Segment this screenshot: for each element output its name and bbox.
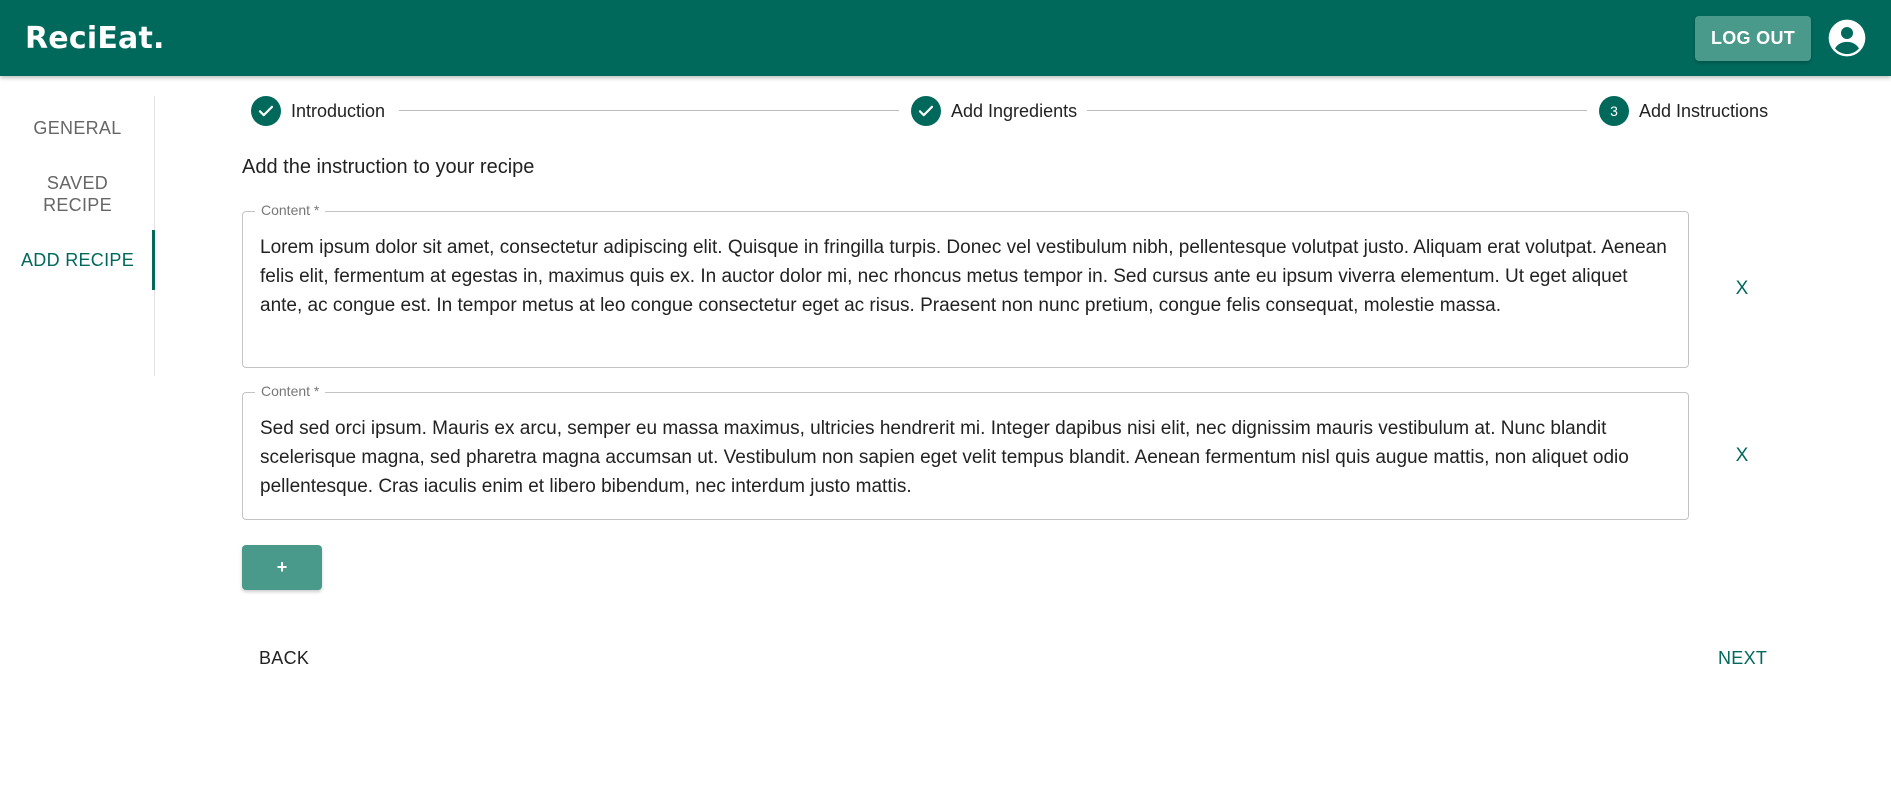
sidebar-item-saved-recipe[interactable]: SAVED RECIPE <box>0 172 155 216</box>
check-icon <box>251 96 281 126</box>
instruction-field[interactable]: Content * Lorem ipsum dolor sit amet, co… <box>242 202 1689 368</box>
field-label: Content * <box>255 383 326 399</box>
check-icon <box>911 96 941 126</box>
app-logo[interactable]: ReciEat. <box>25 21 165 56</box>
app-bar-actions: LOG OUT <box>1695 15 1867 61</box>
section-title: Add the instruction to your recipe <box>242 156 535 178</box>
account-circle-icon[interactable] <box>1827 18 1867 58</box>
sidebar-item-add-recipe[interactable]: ADD RECIPE <box>0 249 155 271</box>
instruction-text[interactable]: Sed sed orci ipsum. Mauris ex arcu, semp… <box>260 414 1674 501</box>
field-label: Content * <box>255 202 326 218</box>
step-number: 3 <box>1599 96 1629 126</box>
remove-instruction-button[interactable]: X <box>1726 440 1758 472</box>
step-add-ingredients[interactable]: Add Ingredients <box>911 96 1077 126</box>
step-connector <box>1087 110 1587 111</box>
next-button[interactable]: NEXT <box>1710 643 1775 673</box>
step-connector <box>399 110 899 111</box>
sidebar-active-indicator <box>152 230 155 290</box>
instruction-field[interactable]: Content * Sed sed orci ipsum. Mauris ex … <box>242 383 1689 520</box>
stepper: Introduction Add Ingredients 3 Add Instr… <box>251 96 1774 126</box>
sidebar-item-general[interactable]: GENERAL <box>0 117 155 139</box>
instruction-text[interactable]: Lorem ipsum dolor sit amet, consectetur … <box>260 233 1674 320</box>
remove-instruction-button[interactable]: X <box>1726 273 1758 305</box>
step-label: Introduction <box>291 100 386 121</box>
step-label: Add Instructions <box>1639 100 1769 121</box>
step-add-instructions[interactable]: 3 Add Instructions <box>1599 96 1768 126</box>
logout-button[interactable]: LOG OUT <box>1695 15 1811 61</box>
add-instruction-button[interactable]: + <box>242 545 322 590</box>
step-introduction[interactable]: Introduction <box>251 96 385 126</box>
app-bar: ReciEat. LOG OUT <box>0 0 1891 76</box>
back-button[interactable]: BACK <box>251 643 317 673</box>
sidebar: GENERAL SAVED RECIPE ADD RECIPE <box>0 96 155 376</box>
step-label: Add Ingredients <box>951 100 1078 121</box>
